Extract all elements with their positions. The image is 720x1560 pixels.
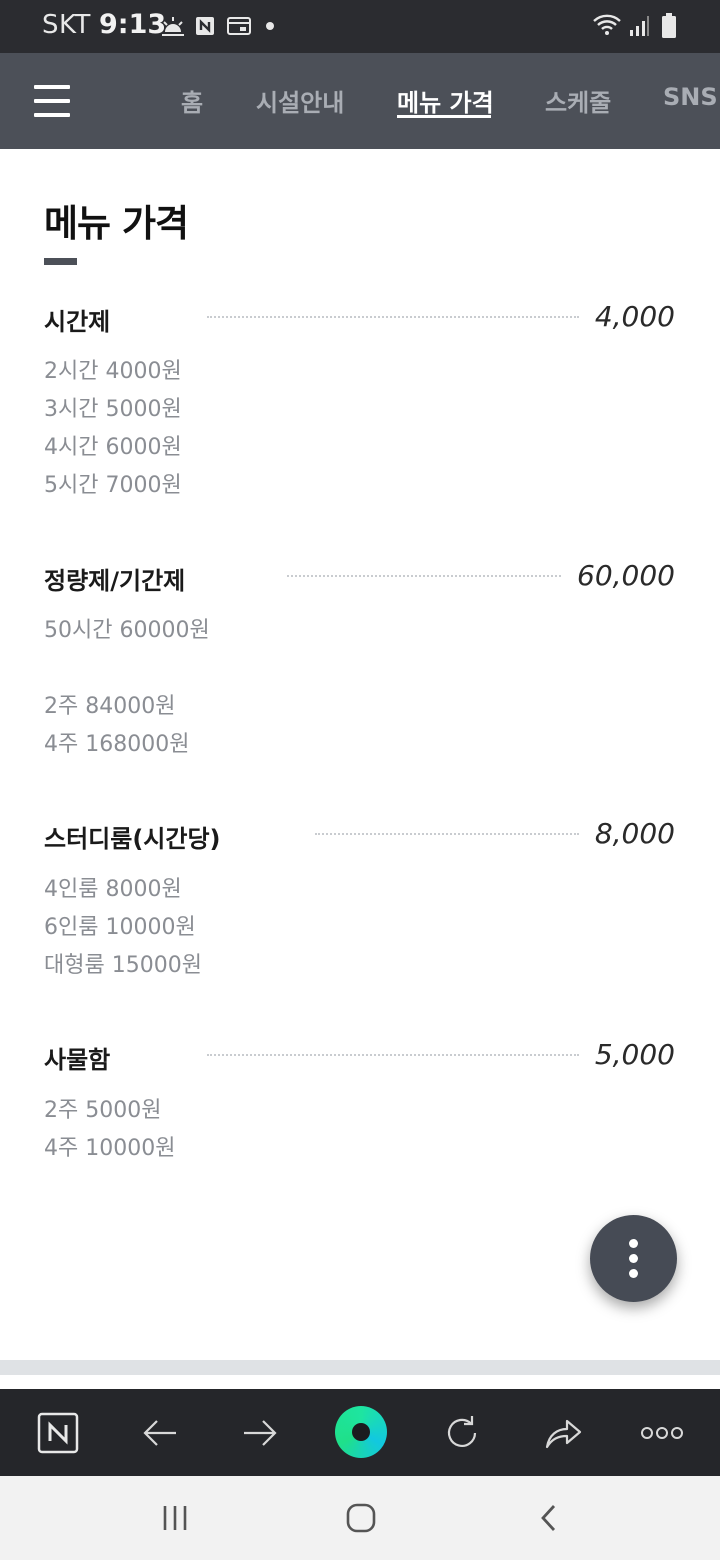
page-bottom-divider bbox=[0, 1360, 720, 1375]
tab-facilities[interactable]: 시설안내 bbox=[256, 83, 344, 118]
page-title: 메뉴 가격 bbox=[44, 202, 189, 245]
signal-icon bbox=[628, 14, 650, 42]
dot-icon bbox=[266, 22, 274, 30]
active-tab-indicator bbox=[397, 115, 491, 118]
section-title: 스터디룸(시간당) bbox=[44, 825, 221, 853]
dotted-leader bbox=[207, 1054, 579, 1056]
status-bar: SKT 9:13 bbox=[0, 0, 720, 53]
naver-icon bbox=[37, 1412, 79, 1453]
tab-schedule[interactable]: 스케줄 bbox=[545, 83, 611, 118]
more-options-button[interactable] bbox=[590, 1215, 677, 1302]
refresh-icon bbox=[447, 1415, 477, 1447]
price-line: 4주 168000원 bbox=[44, 732, 190, 757]
price-line: 3시간 5000원 bbox=[44, 397, 182, 422]
dotted-leader bbox=[315, 833, 579, 835]
recent-apps-icon bbox=[163, 1506, 187, 1530]
back-button[interactable] bbox=[125, 1389, 195, 1476]
top-nav: 홈 시설안내 메뉴 가격 스케줄 SNS bbox=[0, 53, 720, 149]
system-nav-bar bbox=[0, 1476, 720, 1560]
carrier-label: SKT bbox=[42, 10, 91, 40]
price-line: 5시간 7000원 bbox=[44, 473, 182, 498]
back-icon bbox=[541, 1505, 556, 1531]
share-button[interactable] bbox=[528, 1389, 598, 1476]
price-line: 4주 10000원 bbox=[44, 1136, 176, 1161]
dotted-leader bbox=[287, 575, 561, 577]
home-circle-icon[interactable] bbox=[335, 1406, 387, 1458]
refresh-button[interactable] bbox=[427, 1389, 497, 1476]
section-title: 정량제/기간제 bbox=[44, 567, 186, 595]
naver-button[interactable] bbox=[23, 1389, 93, 1476]
forward-button[interactable] bbox=[225, 1389, 295, 1476]
price-line: 4시간 6000원 bbox=[44, 435, 182, 460]
dotted-leader bbox=[207, 316, 579, 318]
title-accent-bar bbox=[44, 258, 77, 265]
section-price: 8,000 bbox=[594, 817, 675, 850]
back-nav-button[interactable] bbox=[509, 1476, 589, 1560]
home-icon bbox=[346, 1503, 376, 1533]
clock: 9:13 bbox=[99, 9, 167, 40]
price-line: 2주 84000원 bbox=[44, 694, 176, 719]
price-line: 2주 5000원 bbox=[44, 1098, 162, 1123]
home-button[interactable] bbox=[321, 1476, 401, 1560]
recent-apps-button[interactable] bbox=[135, 1476, 215, 1560]
naver-notification-icon bbox=[195, 16, 215, 40]
battery-icon bbox=[661, 13, 677, 43]
tab-home[interactable]: 홈 bbox=[181, 83, 203, 118]
hamburger-icon[interactable] bbox=[34, 85, 72, 119]
more-button[interactable] bbox=[627, 1389, 697, 1476]
price-line: 4인룸 8000원 bbox=[44, 877, 182, 902]
price-line: 대형룸 15000원 bbox=[44, 953, 202, 978]
card-notification-icon bbox=[227, 16, 251, 40]
tab-menu-price[interactable]: 메뉴 가격 bbox=[397, 83, 494, 118]
price-line: 6인룸 10000원 bbox=[44, 915, 196, 940]
share-icon bbox=[545, 1419, 582, 1448]
section-price: 4,000 bbox=[594, 300, 675, 333]
more-horizontal-icon bbox=[641, 1426, 683, 1439]
back-arrow-icon bbox=[143, 1419, 176, 1446]
section-title: 시간제 bbox=[44, 308, 111, 336]
forward-arrow-icon bbox=[244, 1419, 277, 1446]
section-title: 사물함 bbox=[44, 1046, 111, 1074]
section-price: 60,000 bbox=[577, 559, 675, 592]
tab-sns[interactable]: SNS bbox=[663, 83, 718, 111]
price-line: 2시간 4000원 bbox=[44, 359, 182, 384]
weather-icon bbox=[160, 14, 186, 42]
wifi-icon bbox=[592, 13, 622, 41]
price-line: 50시간 60000원 bbox=[44, 618, 210, 643]
section-price: 5,000 bbox=[594, 1038, 675, 1071]
